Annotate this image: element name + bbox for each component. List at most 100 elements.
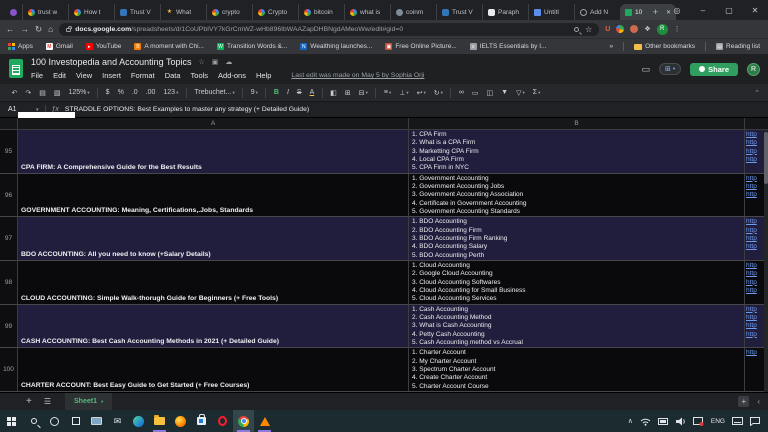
language-indicator[interactable]: ENG: [711, 418, 725, 425]
number-format-button[interactable]: 123▾: [160, 89, 182, 96]
bookmark-star-icon[interactable]: ☆: [585, 25, 592, 34]
reading-list[interactable]: ▤Reading list: [716, 43, 760, 50]
menu-insert[interactable]: Insert: [102, 71, 121, 80]
bookmark-item[interactable]: Apps: [8, 43, 33, 50]
strikethrough-button[interactable]: S: [293, 89, 305, 96]
browser-tab[interactable]: Paraph: [482, 4, 528, 20]
star-document-icon[interactable]: ☆: [198, 58, 204, 66]
browser-tab[interactable]: coinm: [390, 4, 436, 20]
move-folder-icon[interactable]: ▣: [212, 58, 219, 66]
document-title[interactable]: 100 Investopedia and Accounting Topics: [31, 57, 191, 67]
last-edit-link[interactable]: Last edit was made on May 5 by Sophia Or…: [291, 72, 424, 79]
menu-view[interactable]: View: [76, 71, 92, 80]
browser-tab[interactable]: Add N: [574, 4, 620, 20]
account-avatar[interactable]: R: [747, 63, 760, 76]
column-header-c[interactable]: [745, 118, 768, 129]
meet-presentation-button[interactable]: ⊞▾: [659, 63, 681, 75]
cell-b[interactable]: 1. Cash Accounting2. Cash Accounting Met…: [409, 305, 745, 348]
column-header-b[interactable]: B: [409, 118, 745, 129]
filter-views-button[interactable]: ▽▾: [513, 89, 529, 97]
back-icon[interactable]: ←: [6, 24, 15, 34]
explorer-taskbar-icon[interactable]: [149, 410, 170, 432]
cell-a[interactable]: CPA FIRM: A Comprehensive Guide for the …: [18, 130, 409, 173]
redo-button[interactable]: ↷: [22, 89, 35, 97]
browser-tab[interactable]: Crypto: [252, 4, 298, 20]
bookmark-item[interactable]: WTransition Words &...: [217, 43, 287, 50]
browser-menu-icon[interactable]: ⋮: [674, 25, 681, 33]
cell-b[interactable]: 1. Cloud Accounting2. Google Cloud Accou…: [409, 261, 745, 304]
edge-taskbar-icon[interactable]: [128, 410, 149, 432]
menu-help[interactable]: Help: [256, 71, 271, 80]
battery-icon[interactable]: [658, 418, 669, 425]
opera-taskbar-icon[interactable]: [212, 410, 233, 432]
wifi-icon[interactable]: [640, 417, 651, 426]
zoom-page-icon[interactable]: [574, 27, 579, 32]
bookmark-item[interactable]: ▸YouTube: [86, 43, 122, 50]
font-family-button[interactable]: Trebuchet...▾: [191, 89, 238, 96]
bookmark-item[interactable]: MGmail: [46, 43, 73, 50]
select-all-corner[interactable]: [0, 118, 18, 129]
bookmark-item[interactable]: ▣Free Online Picture...: [385, 43, 456, 50]
merge-cells-button[interactable]: ⊟▾: [355, 89, 371, 97]
cell-a[interactable]: CLOUD ACCOUNTING: Simple Walk-thorugh Gu…: [18, 261, 409, 304]
cell-a[interactable]: CASH ACCOUNTING: Best Cash Accounting Me…: [18, 305, 409, 348]
chrome-taskbar-icon[interactable]: [233, 410, 254, 432]
browser-tab[interactable]: ★What: [160, 4, 206, 20]
close-button[interactable]: ✕: [742, 6, 768, 15]
new-tab-button[interactable]: +: [647, 4, 664, 20]
insert-link-button[interactable]: ∞: [455, 89, 467, 96]
zoom-select-button[interactable]: 125%▾: [65, 89, 93, 96]
forward-icon[interactable]: →: [21, 24, 30, 34]
puzzle-extensions-icon[interactable]: ❖: [644, 25, 650, 33]
browser-tab[interactable]: How t: [68, 4, 114, 20]
insert-chart-button[interactable]: ◫: [483, 89, 497, 97]
text-rotate-button[interactable]: ↻▾: [430, 89, 446, 97]
functions-button[interactable]: Σ▾: [529, 89, 544, 96]
row-number[interactable]: 95: [0, 130, 18, 173]
row-number[interactable]: 100: [0, 348, 18, 391]
browser-tab[interactable]: what is: [344, 4, 390, 20]
print-button[interactable]: ▤: [36, 89, 50, 97]
row-number[interactable]: 96: [0, 174, 18, 217]
insert-comment-button[interactable]: ▭: [468, 89, 482, 97]
add-sheet-button[interactable]: +: [26, 396, 32, 407]
menu-format[interactable]: Format: [131, 71, 155, 80]
menu-tools[interactable]: Tools: [191, 71, 209, 80]
maximize-button[interactable]: ▢: [716, 6, 742, 15]
menu-data[interactable]: Data: [165, 71, 181, 80]
italic-button[interactable]: I: [283, 89, 292, 96]
search-taskbar-icon[interactable]: [23, 410, 44, 432]
borders-button[interactable]: ⊞: [341, 89, 354, 97]
bookmarks-overflow-icon[interactable]: »: [610, 43, 614, 50]
browser-tab[interactable]: [4, 4, 22, 20]
font-size-button[interactable]: 9▾: [247, 89, 261, 96]
browser-tab[interactable]: trust w: [22, 4, 68, 20]
bookmark-item[interactable]: NWealthing launches...: [300, 43, 372, 50]
cell-b[interactable]: 1. Charter Account2. My Charter Account3…: [409, 348, 745, 391]
extension-icon[interactable]: [630, 25, 638, 33]
column-header-a[interactable]: A: [18, 118, 409, 129]
taskview-taskbar-icon[interactable]: [65, 410, 86, 432]
sheets-logo-icon[interactable]: [9, 59, 23, 78]
home-icon[interactable]: ⌂: [48, 24, 53, 34]
filter-button[interactable]: ▼: [498, 89, 512, 96]
cell-b[interactable]: 1. Government Accounting2. Government Ac…: [409, 174, 745, 217]
fill-color-button[interactable]: ◧: [327, 89, 341, 97]
decrease-decimals-button[interactable]: .0: [128, 89, 141, 96]
row-number[interactable]: 99: [0, 305, 18, 348]
reload-icon[interactable]: ↻: [35, 24, 42, 35]
comment-history-icon[interactable]: ▭: [641, 64, 650, 75]
row-number[interactable]: 97: [0, 217, 18, 260]
touch-keyboard-icon[interactable]: [732, 417, 743, 425]
sheet-tab-sheet1[interactable]: Sheet1▾: [65, 393, 112, 411]
vertical-scrollbar[interactable]: [764, 130, 768, 392]
cell-a[interactable]: CHARTER ACCOUNT: Best Easy Guide to Get …: [18, 348, 409, 391]
row-number[interactable]: 98: [0, 261, 18, 304]
cell-a[interactable]: BDO ACCOUNTING: All you need to know (+S…: [18, 217, 409, 260]
all-sheets-icon[interactable]: ☰: [44, 397, 51, 406]
vertical-align-button[interactable]: ⊥▾: [396, 89, 412, 97]
browser-tab[interactable]: bitcoin: [298, 4, 344, 20]
store-taskbar-icon[interactable]: [191, 410, 212, 432]
action-center-icon[interactable]: [750, 417, 760, 426]
browser-tab[interactable]: Trust V: [114, 4, 160, 20]
